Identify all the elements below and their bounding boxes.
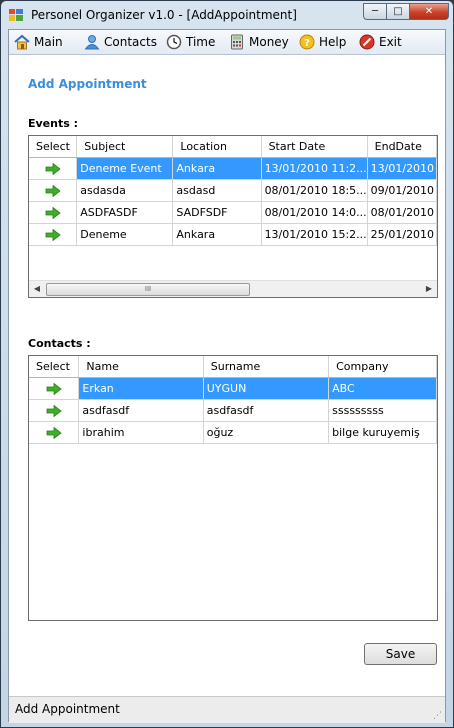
- contact-company[interactable]: ABC: [328, 377, 437, 400]
- contact-name[interactable]: asdfasdf: [78, 399, 204, 422]
- contacts-row[interactable]: asdfasdf asdfasdf sssssssss: [29, 399, 437, 422]
- home-icon: [14, 34, 30, 50]
- app-icon: [9, 9, 23, 21]
- events-header-row: Select Subject Location Start Date EndDa…: [29, 136, 437, 158]
- arrow-right-icon[interactable]: [45, 185, 61, 197]
- arrow-right-icon[interactable]: [46, 405, 62, 417]
- events-row[interactable]: Deneme Ankara 13/01/2010 15:2... 25/01/2…: [29, 223, 437, 246]
- app-window: Personel Organizer v1.0 - [AddAppointmen…: [0, 0, 454, 728]
- save-button[interactable]: Save: [364, 643, 437, 665]
- menu-money[interactable]: Money: [229, 33, 289, 51]
- arrow-right-icon[interactable]: [45, 229, 61, 241]
- events-horizontal-scrollbar[interactable]: ◀ III ▶: [29, 280, 437, 297]
- clock-icon: [166, 34, 182, 50]
- contacts-select-cell[interactable]: [29, 421, 80, 444]
- event-location[interactable]: Ankara: [172, 223, 262, 246]
- event-subject[interactable]: Deneme Event: [76, 157, 174, 180]
- main-content: Add Appointment Events : Select Subject …: [9, 55, 445, 696]
- exit-icon: [359, 34, 375, 50]
- arrow-right-icon[interactable]: [45, 207, 61, 219]
- events-row[interactable]: ASDFASDF SADFSDF 08/01/2010 14:0... 08/0…: [29, 201, 437, 224]
- maximize-button[interactable]: □: [386, 3, 410, 20]
- contact-surname[interactable]: asdfasdf: [203, 399, 330, 422]
- events-select-cell[interactable]: [29, 223, 78, 246]
- contacts-grid[interactable]: Select Name Surname Company Erkan UYGUN …: [28, 355, 438, 621]
- client-area: Main Contacts Time Money ? Help Exit Add…: [8, 29, 446, 723]
- events-col-subject[interactable]: Subject: [76, 136, 174, 158]
- calculator-icon: [231, 34, 243, 50]
- resize-grip-icon[interactable]: ⋰: [433, 711, 443, 721]
- contact-company[interactable]: sssssssss: [328, 399, 437, 422]
- event-end-date[interactable]: 08/01/2010: [367, 201, 437, 224]
- event-end-date[interactable]: 25/01/2010: [367, 223, 437, 246]
- event-subject[interactable]: Deneme: [76, 223, 174, 246]
- events-grid[interactable]: Select Subject Location Start Date EndDa…: [28, 135, 438, 298]
- menu-time[interactable]: Time: [166, 33, 215, 51]
- help-icon: ?: [299, 34, 315, 50]
- events-row[interactable]: Deneme Event Ankara 13/01/2010 11:2... 1…: [29, 157, 437, 180]
- contact-company[interactable]: bilge kuruyemiş: [328, 421, 437, 444]
- event-location[interactable]: SADFSDF: [172, 201, 262, 224]
- menu-exit-label: Exit: [379, 35, 402, 49]
- menu-money-label: Money: [249, 35, 289, 49]
- title-bar[interactable]: Personel Organizer v1.0 - [AddAppointmen…: [1, 1, 453, 29]
- svg-text:?: ?: [304, 38, 310, 49]
- contacts-row[interactable]: Erkan UYGUN ABC: [29, 377, 437, 400]
- event-start-date[interactable]: 08/01/2010 14:0...: [261, 201, 368, 224]
- contacts-col-name[interactable]: Name: [78, 356, 204, 378]
- menu-help-label: Help: [319, 35, 347, 49]
- contacts-label: Contacts :: [28, 337, 91, 350]
- contact-name[interactable]: Erkan: [78, 377, 204, 400]
- event-location[interactable]: asdasd: [172, 179, 262, 202]
- contact-surname[interactable]: oğuz: [203, 421, 330, 444]
- status-bar: Add Appointment ⋰: [9, 696, 445, 723]
- events-row[interactable]: asdasda asdasd 08/01/2010 18:5... 09/01/…: [29, 179, 437, 202]
- events-select-cell[interactable]: [29, 201, 78, 224]
- contacts-select-cell[interactable]: [29, 377, 80, 400]
- menu-contacts[interactable]: Contacts: [84, 33, 157, 51]
- menu-contacts-label: Contacts: [104, 35, 157, 49]
- event-start-date[interactable]: 13/01/2010 11:2...: [261, 157, 368, 180]
- close-button[interactable]: ✕: [409, 3, 449, 20]
- page-title: Add Appointment: [28, 77, 147, 91]
- contacts-col-surname[interactable]: Surname: [203, 356, 330, 378]
- menu-main[interactable]: Main: [14, 33, 63, 51]
- events-col-end-date[interactable]: EndDate: [367, 136, 437, 158]
- events-label: Events :: [28, 117, 79, 130]
- events-col-location[interactable]: Location: [172, 136, 262, 158]
- event-subject[interactable]: ASDFASDF: [76, 201, 174, 224]
- contacts-col-select[interactable]: Select: [29, 356, 80, 378]
- contacts-select-cell[interactable]: [29, 399, 80, 422]
- contact-name[interactable]: ibrahim: [78, 421, 204, 444]
- contacts-col-company[interactable]: Company: [328, 356, 437, 378]
- event-end-date[interactable]: 13/01/2010: [367, 157, 437, 180]
- arrow-right-icon[interactable]: [46, 383, 62, 395]
- menu-help[interactable]: ? Help: [299, 33, 346, 51]
- user-icon: [84, 35, 100, 50]
- events-select-cell[interactable]: [29, 157, 78, 180]
- status-text: Add Appointment: [15, 702, 120, 716]
- contacts-row[interactable]: ibrahim oğuz bilge kuruyemiş: [29, 421, 437, 444]
- minimize-button[interactable]: ─: [363, 3, 387, 20]
- arrow-right-icon[interactable]: [46, 427, 62, 439]
- events-select-cell[interactable]: [29, 179, 78, 202]
- menu-bar: Main Contacts Time Money ? Help Exit: [9, 30, 445, 55]
- scroll-left-icon[interactable]: ◀: [31, 283, 43, 295]
- scroll-thumb[interactable]: III: [46, 283, 250, 296]
- events-col-start-date[interactable]: Start Date: [261, 136, 368, 158]
- menu-time-label: Time: [186, 35, 216, 49]
- contacts-header-row: Select Name Surname Company: [29, 356, 437, 378]
- arrow-right-icon[interactable]: [45, 163, 61, 175]
- menu-exit[interactable]: Exit: [359, 33, 402, 51]
- event-location[interactable]: Ankara: [172, 157, 262, 180]
- events-col-select[interactable]: Select: [29, 136, 78, 158]
- menu-main-label: Main: [34, 35, 63, 49]
- event-start-date[interactable]: 08/01/2010 18:5...: [261, 179, 368, 202]
- scroll-right-icon[interactable]: ▶: [423, 283, 435, 295]
- event-end-date[interactable]: 09/01/2010: [367, 179, 437, 202]
- contact-surname[interactable]: UYGUN: [203, 377, 330, 400]
- event-start-date[interactable]: 13/01/2010 15:2...: [261, 223, 368, 246]
- event-subject[interactable]: asdasda: [76, 179, 174, 202]
- window-title: Personel Organizer v1.0 - [AddAppointmen…: [31, 8, 297, 22]
